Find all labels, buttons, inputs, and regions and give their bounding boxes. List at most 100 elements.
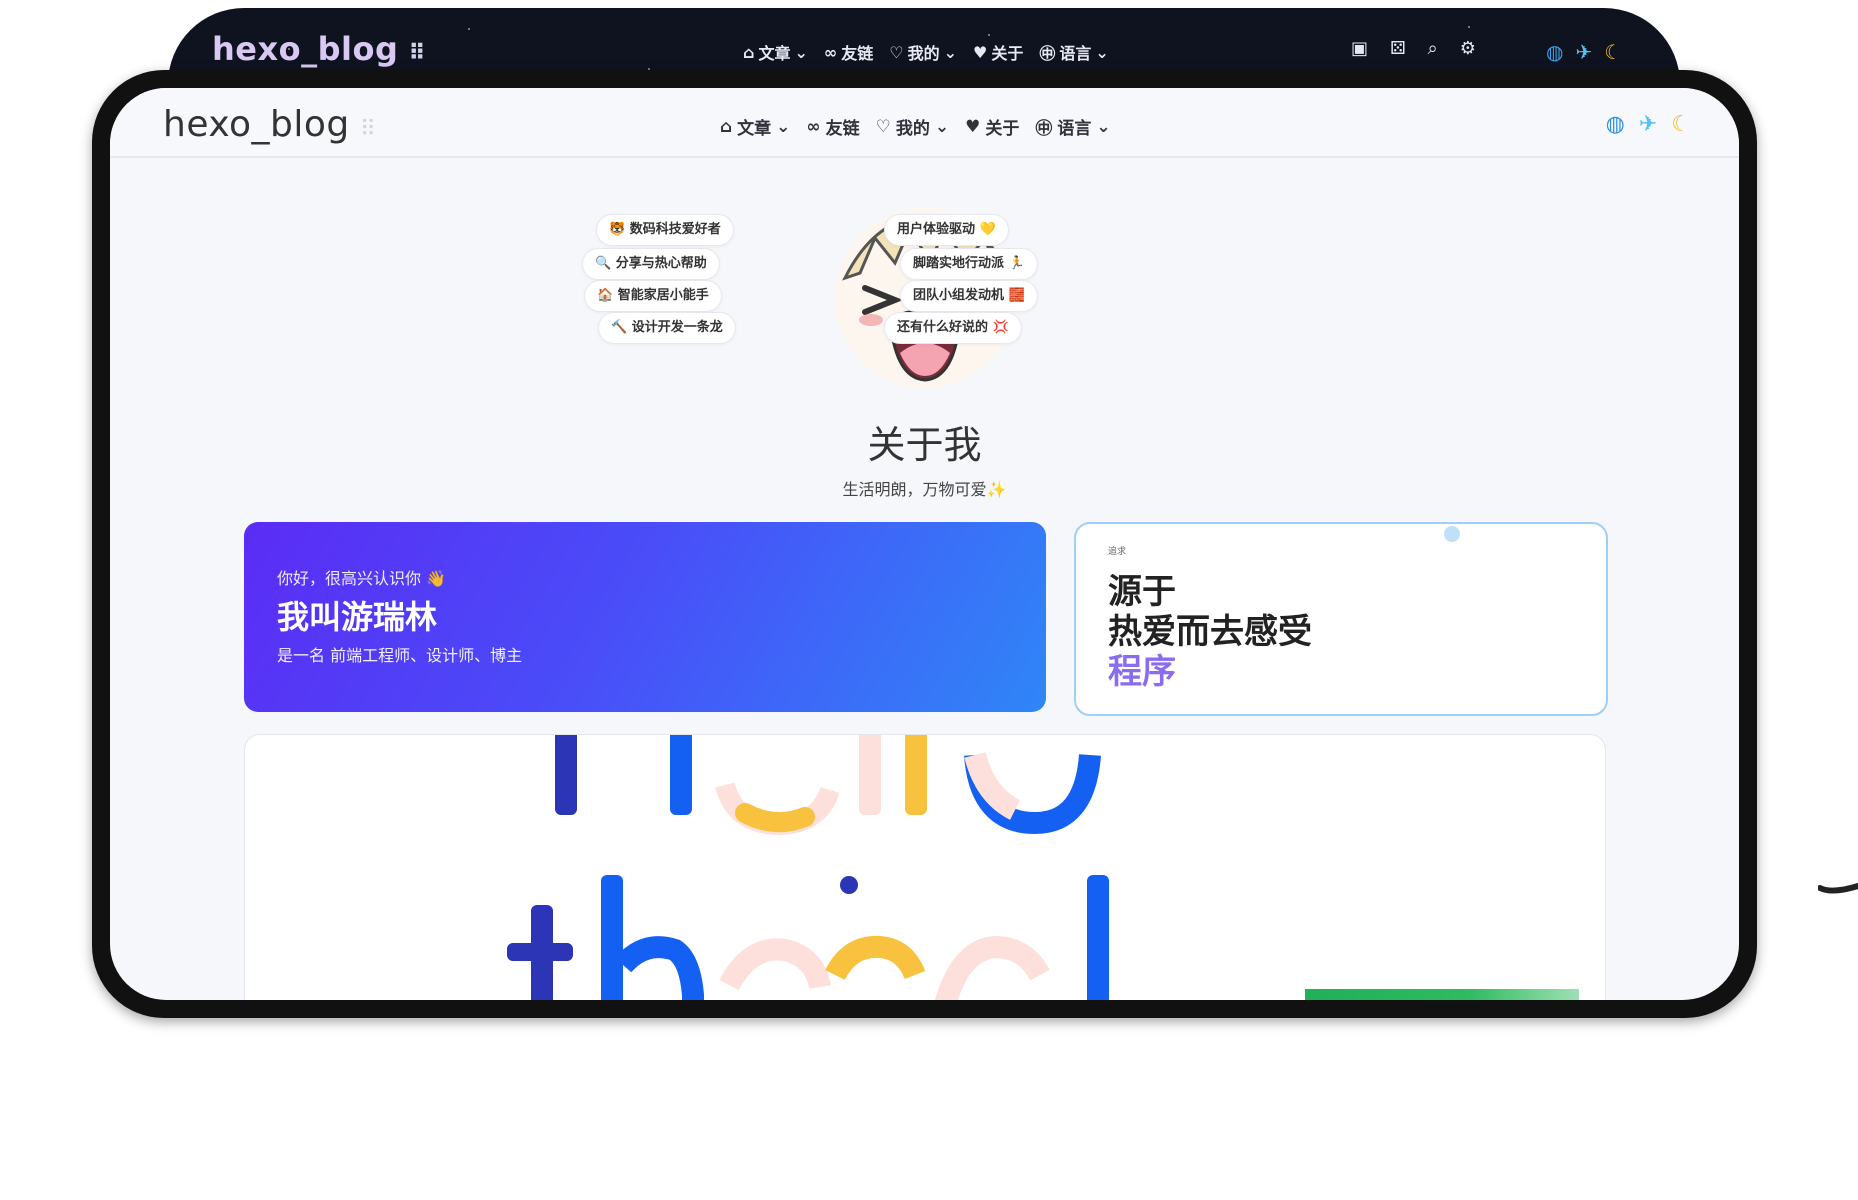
menu-articles[interactable]: ⌂ 文章 ⌄ xyxy=(720,114,791,140)
waving-hand-icon: 👋 xyxy=(426,569,447,588)
menu-links[interactable]: ∞ 友链 xyxy=(806,114,860,140)
page-title: 关于我 xyxy=(867,423,982,467)
heart-icon: ♥ xyxy=(965,116,981,137)
tag-label: 还有什么好说的 xyxy=(897,320,989,335)
heart-pulse-icon: ♡ xyxy=(875,116,891,137)
background-menu-articles[interactable]: ⌂ 文章 ⌄ xyxy=(743,40,808,64)
search-icon[interactable]: ⌕ xyxy=(1428,38,1438,59)
airplane-icon[interactable]: ✈ xyxy=(1639,112,1657,137)
tag-label: 脚踏实地行动派 xyxy=(913,256,1005,271)
sparkle-burst-icon: 💢 xyxy=(992,320,1009,335)
heart-icon: ♥ xyxy=(972,42,988,62)
sparkles-icon: ✨ xyxy=(986,480,1007,499)
chevron-down-icon: ⌄ xyxy=(1096,116,1111,137)
background-menu-mine[interactable]: ♡ 我的 ⌄ xyxy=(889,40,957,64)
menu-label: 我的 xyxy=(895,119,930,139)
menu-label: 文章 xyxy=(737,119,772,139)
tag-left-3: 🏠 智能家居小能手 xyxy=(584,280,722,312)
background-site-title[interactable]: hexo_blog ⠿ xyxy=(212,30,426,68)
navbar: hexo_blog ⠿ ⌂ 文章 ⌄ ∞ 友链 ♡ 我的 ⌄ ♥ 关于 ㊥语言 ⌄ ◍ ✈ ☾ xyxy=(110,88,1739,158)
background-menu-links[interactable]: ∞ 友链 xyxy=(824,40,873,64)
dice-icon[interactable]: ⚄ xyxy=(1390,38,1406,59)
moon-icon[interactable]: ☾ xyxy=(1604,40,1622,64)
heart-pulse-icon: ♡ xyxy=(889,42,904,62)
page-subtitle-text: 生活明朗，万物可爱 xyxy=(842,480,987,499)
hammer-icon: 🔨 xyxy=(611,320,628,335)
intro-greeting: 你好，很高兴认识你 👋 xyxy=(277,565,446,589)
language-icon: ㊥ xyxy=(1039,44,1056,63)
chevron-down-icon: ⌄ xyxy=(794,42,808,62)
chevron-down-icon: ⌄ xyxy=(776,116,791,137)
chevron-down-icon: ⌄ xyxy=(934,116,950,137)
intro-description: 是一名 前端工程师、设计师、博主 xyxy=(277,646,523,665)
tag-label: 用户体验驱动 xyxy=(897,222,976,237)
link-icon: ∞ xyxy=(806,116,821,137)
menu-label: 我的 xyxy=(907,44,940,63)
tag-left-4: 🔨 设计开发一条龙 xyxy=(598,312,736,344)
magnifier-icon: 🔍 xyxy=(595,256,612,271)
progress-bar-green xyxy=(1305,989,1579,1000)
decorative-dot xyxy=(1444,526,1460,542)
tag-label: 设计开发一条龙 xyxy=(631,320,723,335)
background-site-title-text: hexo_blog xyxy=(212,30,399,68)
menu-label: 语言 xyxy=(1059,44,1092,63)
house-icon: 🏠 xyxy=(597,288,614,303)
hello-there-artwork xyxy=(507,735,1109,1000)
gear-icon[interactable]: ⚙ xyxy=(1460,38,1476,59)
tag-label: 智能家居小能手 xyxy=(617,288,709,303)
main-menu: ⌂ 文章 ⌄ ∞ 友链 ♡ 我的 ⌄ ♥ 关于 ㊥语言 ⌄ xyxy=(720,114,1111,140)
running-icon: 🏃 xyxy=(1008,256,1025,271)
background-menu: ⌂ 文章 ⌄ ∞ 友链 ♡ 我的 ⌄ ♥ 关于 ㊥语言 ⌄ xyxy=(743,40,1109,64)
tag-left-1: 🐯 数码科技爱好者 xyxy=(596,214,734,246)
menu-language[interactable]: ㊥语言 ⌄ xyxy=(1035,114,1111,140)
moon-icon[interactable]: ☾ xyxy=(1671,112,1691,137)
intro-name: 我叫游瑞林 xyxy=(277,598,438,636)
tiger-icon: 🐯 xyxy=(609,222,626,237)
menu-label: 关于 xyxy=(991,44,1024,63)
tag-label: 数码科技爱好者 xyxy=(629,222,721,237)
menu-mine[interactable]: ♡ 我的 ⌄ xyxy=(875,114,950,140)
site-title-text: hexo_blog xyxy=(163,104,350,145)
tag-right-4: 还有什么好说的 💢 xyxy=(884,312,1022,344)
tag-label: 团队小组发动机 xyxy=(913,288,1005,303)
tag-right-2: 脚踏实地行动派 🏃 xyxy=(900,248,1038,280)
device-frame: hexo_blog ⠿ ⌂ 文章 ⌄ ∞ 友链 ♡ 我的 ⌄ ♥ 关于 ㊥语言 ⌄ ◍ ✈ ☾ … xyxy=(92,70,1757,1018)
scribble-decoration xyxy=(1818,883,1858,894)
link-icon: ∞ xyxy=(823,42,838,62)
globe-icon[interactable]: ◍ xyxy=(1606,112,1625,137)
site-title[interactable]: hexo_blog ⠿ xyxy=(163,104,376,145)
home-icon: ⌂ xyxy=(720,116,733,137)
language-icon: ㊥ xyxy=(1035,119,1053,139)
grid-icon[interactable]: ⠿ xyxy=(360,117,377,142)
airplane-icon[interactable]: ✈ xyxy=(1575,40,1592,64)
menu-about[interactable]: ♥ 关于 xyxy=(965,114,1020,140)
globe-icon[interactable]: ◍ xyxy=(1546,40,1563,64)
tag-right-3: 团队小组发动机 🧱 xyxy=(900,280,1038,312)
background-toolbar: ▣ ⚄ ⌕ ⚙ xyxy=(1351,38,1476,59)
menu-label: 友链 xyxy=(825,119,860,139)
menu-label: 友链 xyxy=(841,44,874,63)
menu-label: 语言 xyxy=(1057,119,1092,139)
subway-icon[interactable]: ▣ xyxy=(1351,38,1368,59)
brick-icon: 🧱 xyxy=(1008,288,1025,303)
device-screen: hexo_blog ⠿ ⌂ 文章 ⌄ ∞ 友链 ♡ 我的 ⌄ ♥ 关于 ㊥语言 ⌄ ◍ ✈ ☾ … xyxy=(110,88,1739,1000)
intro-greeting-text: 你好，很高兴认识你 xyxy=(277,569,422,588)
menu-label: 文章 xyxy=(758,44,791,63)
menu-label: 关于 xyxy=(985,119,1020,139)
intro-card: 你好，很高兴认识你 👋 我叫游瑞林 是一名 前端工程师、设计师、博主 xyxy=(244,522,1046,712)
background-menu-language[interactable]: ㊥语言 ⌄ xyxy=(1039,40,1108,64)
chevron-down-icon: ⌄ xyxy=(943,42,957,62)
pursuit-card: 追求 源于 热爱而去感受 程序 xyxy=(1074,522,1608,716)
mood-icons: ◍ ✈ ☾ xyxy=(1606,112,1691,137)
chevron-down-icon: ⌄ xyxy=(1095,42,1109,62)
pursuit-line-3: 程序 xyxy=(1108,652,1176,692)
pursuit-label: 追求 xyxy=(1108,547,1127,557)
page-subtitle: 生活明朗，万物可爱✨ xyxy=(110,476,1739,500)
grid-icon[interactable]: ⠿ xyxy=(408,41,426,66)
tag-right-1: 用户体验驱动 💛 xyxy=(884,214,1009,246)
background-menu-about[interactable]: ♥ 关于 xyxy=(973,40,1023,64)
home-icon: ⌂ xyxy=(743,42,755,62)
yellow-heart-icon: 💛 xyxy=(979,222,996,237)
background-mood-icons: ◍ ✈ ☾ xyxy=(1546,40,1622,64)
tag-label: 分享与热心帮助 xyxy=(615,256,707,271)
